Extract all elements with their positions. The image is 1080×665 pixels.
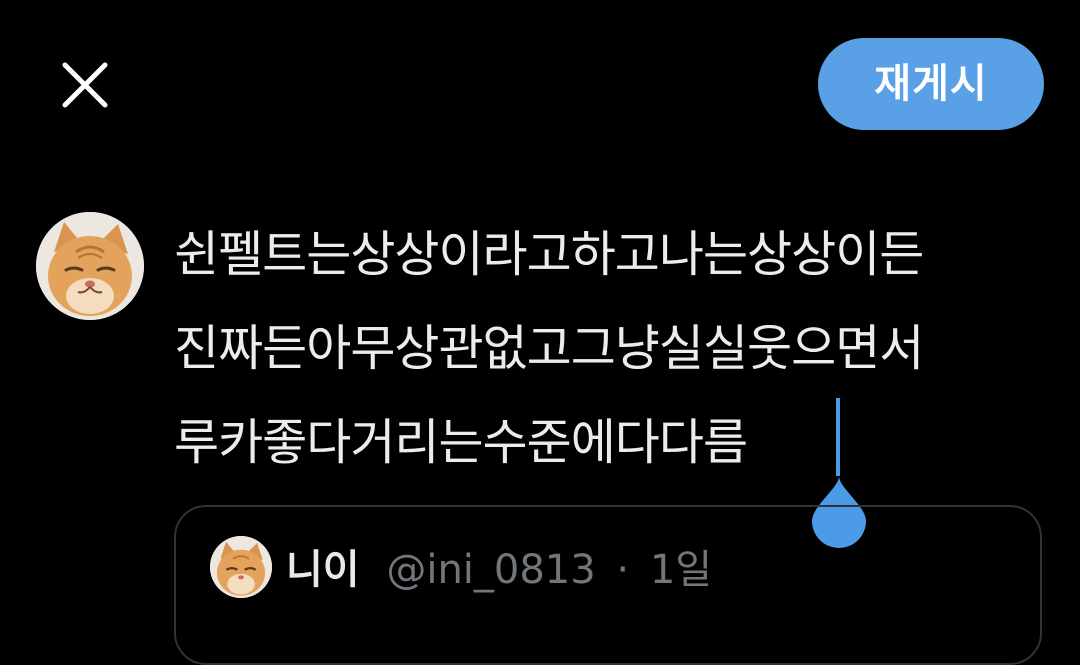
quoted-post-separator: ·	[616, 547, 630, 593]
user-avatar[interactable]	[36, 212, 144, 320]
quoted-post-display-name: 니이	[286, 547, 360, 593]
text-cursor	[836, 398, 840, 476]
quoted-post-handle: @ini_0813	[386, 547, 596, 593]
cat-avatar-icon	[210, 536, 272, 598]
compose-textarea[interactable]: 쉰펠트는상상이라고하고나는상상이든 진짜든아무상관없고그냥실실웃으면서 루카좋다…	[174, 208, 1054, 490]
quoted-post-header: 니이 @ini_0813 · 1일	[286, 540, 712, 600]
quoted-post-avatar	[210, 536, 272, 598]
close-icon	[58, 58, 112, 112]
repost-button[interactable]: 재게시	[818, 38, 1044, 130]
quoted-post-timestamp: 1일	[649, 547, 713, 593]
close-button[interactable]	[58, 58, 112, 112]
cat-avatar-icon	[36, 212, 144, 320]
